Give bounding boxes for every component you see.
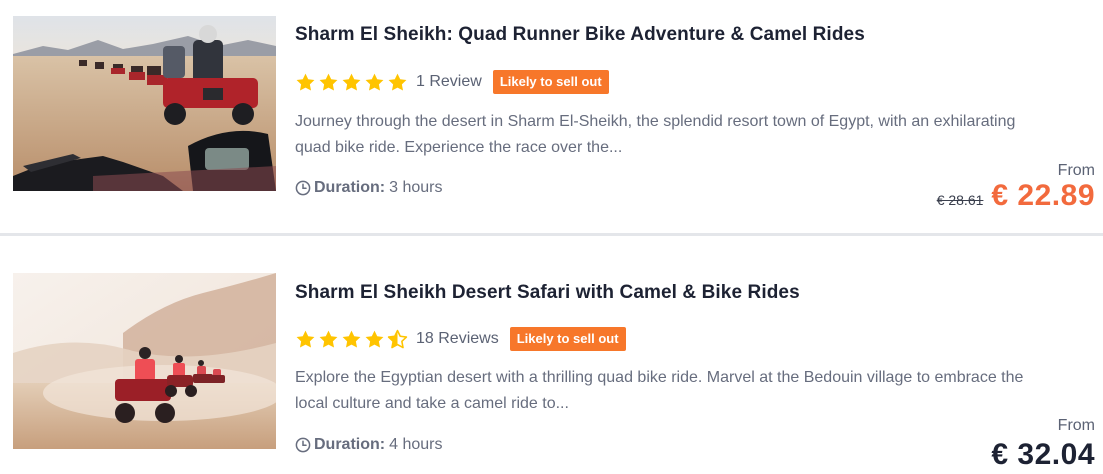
star-icon xyxy=(296,330,315,348)
original-price: € 28.61 xyxy=(936,192,984,208)
review-count[interactable]: 1 Review xyxy=(416,73,482,91)
star-rating xyxy=(295,72,410,93)
rating-row: 18 Reviews Likely to sell out xyxy=(295,326,626,352)
review-count[interactable]: 18 Reviews xyxy=(416,330,499,348)
quad-desert-photo xyxy=(13,16,276,191)
clock-icon xyxy=(295,180,311,196)
duration-info: Duration: 3 hours xyxy=(295,179,442,197)
price: € 32.04 xyxy=(991,438,1095,471)
star-rating xyxy=(295,329,410,350)
star-icon xyxy=(342,330,361,348)
star-icon xyxy=(296,73,315,91)
tour-description: Explore the Egyptian desert with a thril… xyxy=(295,369,1024,412)
price-block: € 28.61 € 22.89 xyxy=(937,179,1095,213)
dusty-desert-photo xyxy=(13,273,276,449)
duration-value: 4 hours xyxy=(389,436,443,453)
tour-thumbnail[interactable] xyxy=(13,16,276,191)
rating-row: 1 Review Likely to sell out xyxy=(295,69,609,95)
tour-thumbnail[interactable] xyxy=(13,273,276,449)
from-label: From xyxy=(1057,162,1095,179)
price-block: € 32.04 xyxy=(991,438,1095,472)
duration-info: Duration: 4 hours xyxy=(295,436,442,454)
sell-out-badge: Likely to sell out xyxy=(509,327,626,351)
star-icon xyxy=(388,73,407,91)
duration-label: Duration: xyxy=(314,436,386,453)
star-icon xyxy=(319,73,338,91)
duration-value: 3 hours xyxy=(389,179,443,196)
star-icon xyxy=(365,73,384,91)
clock-icon xyxy=(295,437,311,453)
star-icon xyxy=(319,330,338,348)
duration-label: Duration: xyxy=(314,179,386,196)
sell-out-badge: Likely to sell out xyxy=(492,70,609,94)
tour-title[interactable]: Sharm El Sheikh Desert Safari with Camel… xyxy=(295,282,800,304)
tour-description: Journey through the desert in Sharm El-S… xyxy=(295,113,1016,156)
star-icon xyxy=(365,330,384,348)
tour-card[interactable]: Sharm El Sheikh: Quad Runner Bike Advent… xyxy=(0,0,1103,232)
star-icon xyxy=(342,73,361,91)
tour-card[interactable]: Sharm El Sheikh Desert Safari with Camel… xyxy=(0,255,1103,474)
sale-price: € 22.89 xyxy=(991,179,1095,212)
half-star-icon xyxy=(387,329,408,348)
from-label: From xyxy=(1057,417,1095,434)
tour-title[interactable]: Sharm El Sheikh: Quad Runner Bike Advent… xyxy=(295,24,865,46)
card-divider xyxy=(0,233,1103,236)
